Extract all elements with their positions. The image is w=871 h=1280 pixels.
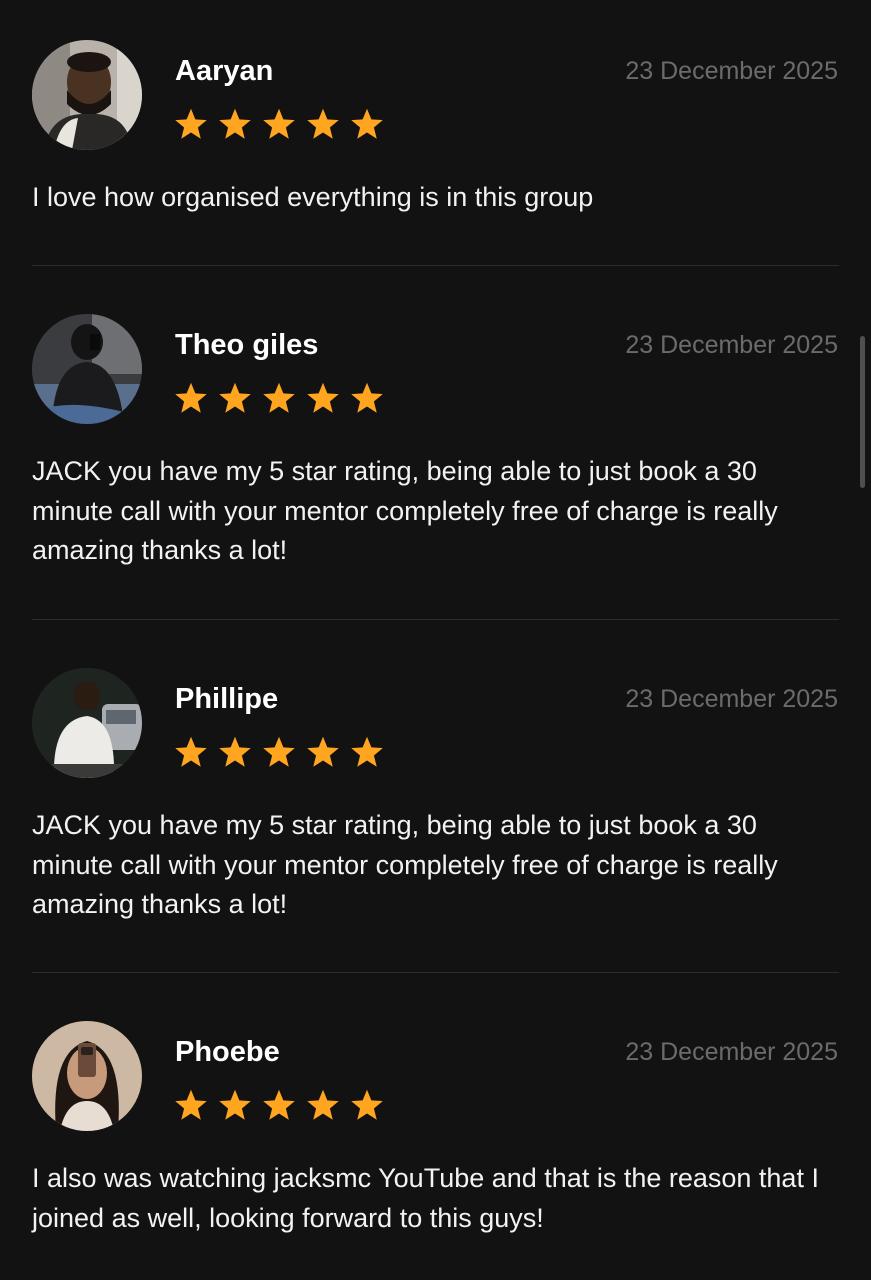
review-date: 23 December 2025	[625, 57, 838, 85]
star-icon	[173, 1087, 209, 1123]
star-icon	[305, 106, 341, 142]
avatar[interactable]	[32, 668, 142, 778]
star-icon	[261, 734, 297, 770]
review-list: Aaryan 23 December 2025 I love how organ…	[0, 0, 871, 1280]
review-text: JACK you have my 5 star rating, being ab…	[32, 810, 778, 919]
star-rating	[173, 380, 385, 416]
review-card: Phillipe 23 December 2025 JACK you have …	[0, 668, 871, 973]
divider	[32, 972, 839, 973]
star-icon	[217, 380, 253, 416]
reviewer-name: Phoebe	[175, 1036, 280, 1068]
review-date: 23 December 2025	[625, 685, 838, 713]
star-icon	[217, 1087, 253, 1123]
star-icon	[173, 380, 209, 416]
star-icon	[349, 734, 385, 770]
review-date: 23 December 2025	[625, 1038, 838, 1066]
star-icon	[349, 106, 385, 142]
avatar[interactable]	[32, 40, 142, 150]
star-icon	[305, 1087, 341, 1123]
star-icon	[305, 380, 341, 416]
star-icon	[349, 380, 385, 416]
reviewer-name: Phillipe	[175, 683, 279, 715]
star-rating	[173, 734, 385, 770]
star-rating	[173, 1087, 385, 1123]
review-card: Theo giles 23 December 2025 JACK you hav…	[0, 314, 871, 619]
star-icon	[305, 734, 341, 770]
star-icon	[173, 734, 209, 770]
star-rating	[173, 106, 385, 142]
review-text: I also was watching jacksmc YouTube and …	[32, 1163, 819, 1233]
review-text: I love how organised everything is in th…	[32, 182, 594, 212]
reviewer-name: Aaryan	[175, 55, 274, 87]
review-card: Phoebe 23 December 2025 I also was watch…	[0, 1021, 871, 1280]
star-icon	[261, 1087, 297, 1123]
star-icon	[217, 734, 253, 770]
avatar[interactable]	[32, 1021, 142, 1131]
review-card: Aaryan 23 December 2025 I love how organ…	[0, 40, 871, 266]
star-icon	[261, 106, 297, 142]
divider	[32, 265, 839, 266]
star-icon	[217, 106, 253, 142]
review-date: 23 December 2025	[625, 331, 838, 359]
avatar[interactable]	[32, 314, 142, 424]
star-icon	[349, 1087, 385, 1123]
review-text: JACK you have my 5 star rating, being ab…	[32, 456, 778, 565]
scrollbar-thumb[interactable]	[860, 336, 865, 488]
divider	[32, 619, 839, 620]
star-icon	[173, 106, 209, 142]
reviewer-name: Theo giles	[175, 329, 319, 361]
star-icon	[261, 380, 297, 416]
